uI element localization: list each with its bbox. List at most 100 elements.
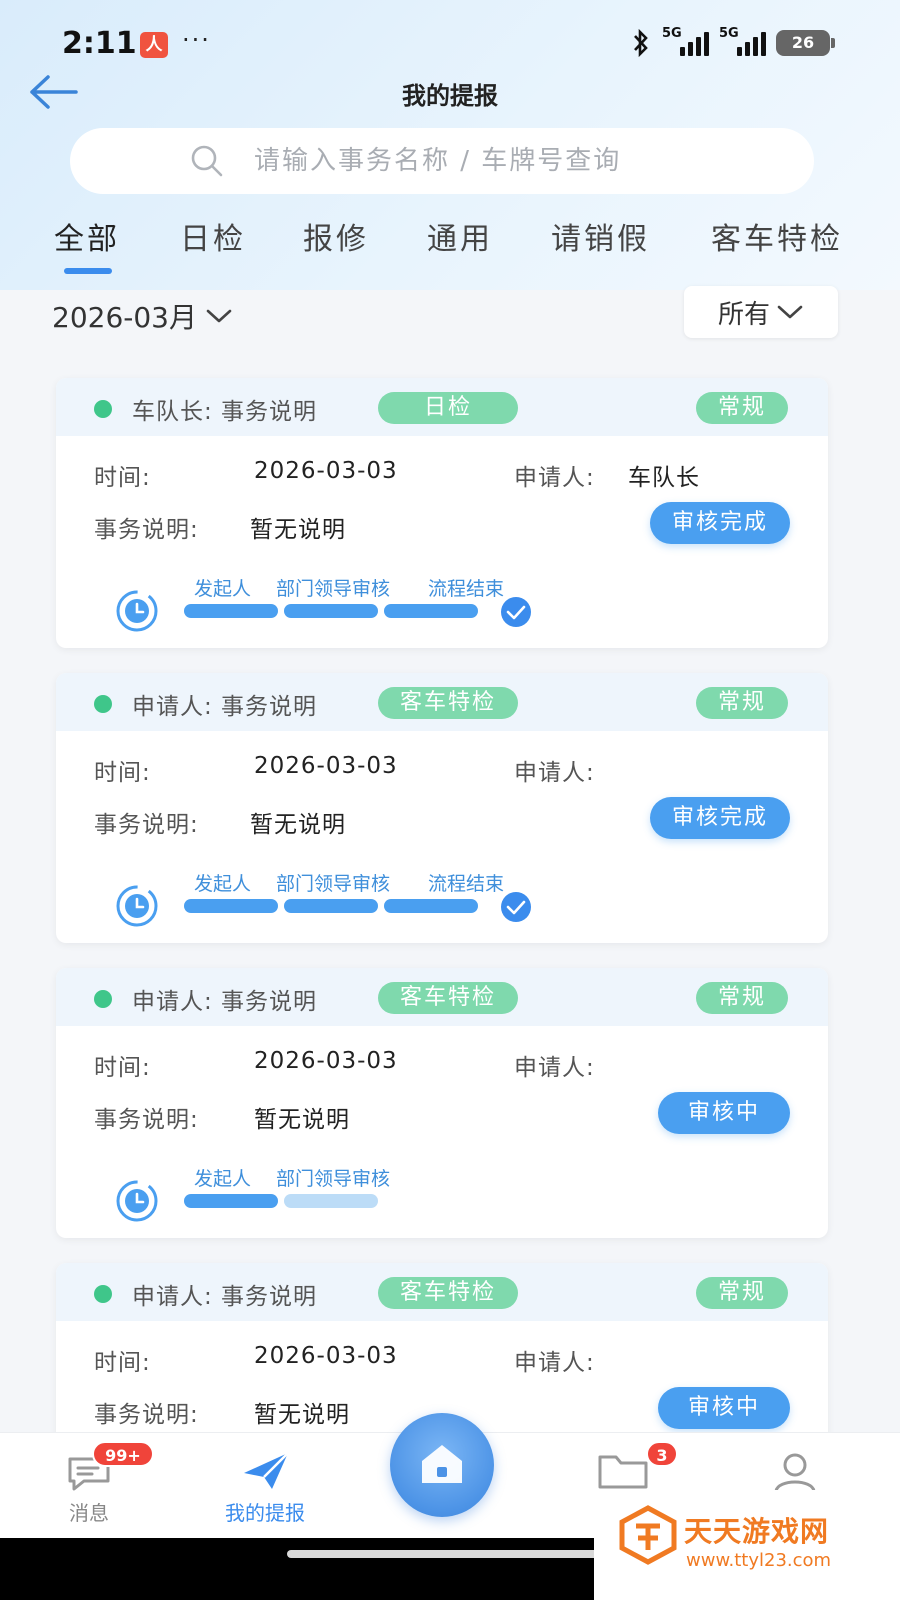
step-bar [284, 604, 378, 618]
description-label: 事务说明: [94, 1402, 199, 1428]
applicant-label: 申请人: [514, 1350, 595, 1376]
paper-plane-icon [244, 1452, 289, 1489]
time-value: 2026-03-03 [254, 753, 398, 779]
check-circle-icon [501, 892, 531, 922]
step-label: 发起人 [194, 578, 252, 600]
home-icon [422, 1445, 462, 1483]
status-button[interactable]: 审核完成 [649, 502, 790, 544]
tab-daily-check[interactable]: 日检 [180, 214, 246, 258]
description-label: 事务说明: [94, 812, 199, 838]
status-dot [94, 400, 112, 418]
card-title: 申请人: 事务说明 [132, 989, 318, 1015]
card-header: 车队长: 事务说明 日检 常规 [56, 378, 828, 436]
card-header: 申请人: 事务说明 客车特检 常规 [56, 673, 828, 731]
nav-messages-label: 消息 [69, 1501, 109, 1525]
status-button[interactable]: 审核中 [657, 1387, 790, 1429]
card-title: 申请人: 事务说明 [132, 694, 318, 720]
watermark: 天天游戏网 www.ttyl23.com [594, 1490, 900, 1600]
description-value: 暂无说明 [254, 1107, 350, 1133]
type-tag: 客车特检 [378, 687, 518, 719]
time-label: 时间: [94, 1055, 151, 1081]
tab-active-indicator [64, 268, 112, 274]
scope-filter[interactable]: 所有 [684, 286, 838, 338]
app-notification-icon: 人 [140, 32, 168, 58]
step-bar [284, 899, 378, 913]
card-title: 车队长: 事务说明 [132, 399, 318, 425]
type-tag: 日检 [378, 392, 518, 424]
status-button[interactable]: 审核中 [657, 1092, 790, 1134]
files-badge: 3 [646, 1441, 678, 1467]
status-dot [94, 1285, 112, 1303]
description-label: 事务说明: [94, 1107, 199, 1133]
card-header: 申请人: 事务说明 客车特检 常规 [56, 1263, 828, 1321]
status-time: 2:11 [62, 26, 137, 61]
step-label: 发起人 [194, 873, 252, 895]
chevron-down-icon [206, 309, 232, 323]
description-value: 暂无说明 [250, 812, 346, 838]
home-indicator[interactable] [287, 1550, 609, 1558]
tab-general[interactable]: 通用 [427, 214, 493, 258]
check-circle-icon [501, 597, 531, 627]
status-button[interactable]: 审核完成 [649, 797, 790, 839]
type-tag: 客车特检 [378, 1277, 518, 1309]
workflow-clock-icon [116, 885, 158, 927]
month-filter[interactable]: 2026-03月 [52, 296, 233, 336]
page-title: 我的提报 [402, 82, 498, 110]
nav-my-reports[interactable]: 我的提报 [210, 1433, 320, 1539]
messages-badge: 99+ [92, 1441, 154, 1467]
step-label: 部门领导审核 [276, 1168, 391, 1190]
priority-badge: 常规 [696, 1277, 788, 1309]
step-bar [384, 899, 478, 913]
step-label: 部门领导审核 [276, 578, 391, 600]
tab-all[interactable]: 全部 [54, 214, 120, 258]
report-card[interactable]: 申请人: 事务说明 客车特检 常规 时间: 2026-03-03 申请人: 事务… [56, 968, 828, 1238]
applicant-label: 申请人: [514, 1055, 595, 1081]
priority-badge: 常规 [696, 687, 788, 719]
search-bar[interactable] [70, 128, 814, 194]
tab-leave[interactable]: 请销假 [551, 214, 650, 258]
description-label: 事务说明: [94, 517, 199, 543]
workflow-clock-icon [116, 590, 158, 632]
watermark-name: 天天游戏网 [684, 1515, 830, 1548]
nav-my-reports-label: 我的提报 [225, 1501, 305, 1525]
status-bar: 2:11 人 ··· 5G 5G 26 [0, 18, 900, 68]
watermark-url: www.ttyl23.com [686, 1550, 832, 1571]
report-card[interactable]: 车队长: 事务说明 日检 常规 时间: 2026-03-03 申请人: 车队长 … [56, 378, 828, 648]
status-dot [94, 695, 112, 713]
step-label: 发起人 [194, 1168, 252, 1190]
more-notifications-icon: ··· [182, 26, 211, 54]
step-bar-pending [284, 1194, 378, 1208]
signal-icon: 5G [662, 26, 709, 56]
time-value: 2026-03-03 [254, 1343, 398, 1369]
tab-repair[interactable]: 报修 [303, 214, 369, 258]
step-label: 流程结束 [428, 578, 505, 600]
time-label: 时间: [94, 760, 151, 786]
tab-bus-inspection[interactable]: 客车特检 [711, 214, 843, 258]
step-bar [184, 1194, 278, 1208]
type-tag: 客车特检 [378, 982, 518, 1014]
folder-icon [598, 1455, 648, 1489]
status-indicators: 5G 5G 26 [630, 26, 835, 58]
signal-icon-2: 5G [719, 26, 766, 56]
step-label: 流程结束 [428, 873, 505, 895]
search-input[interactable] [254, 146, 694, 176]
description-value: 暂无说明 [254, 1402, 350, 1428]
battery-icon: 26 [776, 30, 835, 56]
home-button[interactable] [390, 1413, 494, 1517]
bluetooth-icon [630, 28, 652, 58]
priority-badge: 常规 [696, 982, 788, 1014]
applicant-value: 车队长 [628, 465, 700, 491]
step-bar [384, 604, 478, 618]
month-filter-value: 2026-03月 [52, 301, 197, 334]
user-icon [774, 1453, 816, 1493]
watermark-logo-icon [619, 1505, 677, 1565]
nav-messages[interactable]: 99+ 消息 [48, 1433, 154, 1539]
scope-filter-value: 所有 [717, 299, 770, 330]
time-label: 时间: [94, 465, 151, 491]
report-card[interactable]: 申请人: 事务说明 客车特检 常规 时间: 2026-03-03 申请人: 事务… [56, 673, 828, 943]
step-label: 部门领导审核 [276, 873, 391, 895]
status-dot [94, 990, 112, 1008]
search-icon [191, 145, 223, 177]
step-bar [184, 604, 278, 618]
chevron-down-icon [777, 305, 803, 319]
